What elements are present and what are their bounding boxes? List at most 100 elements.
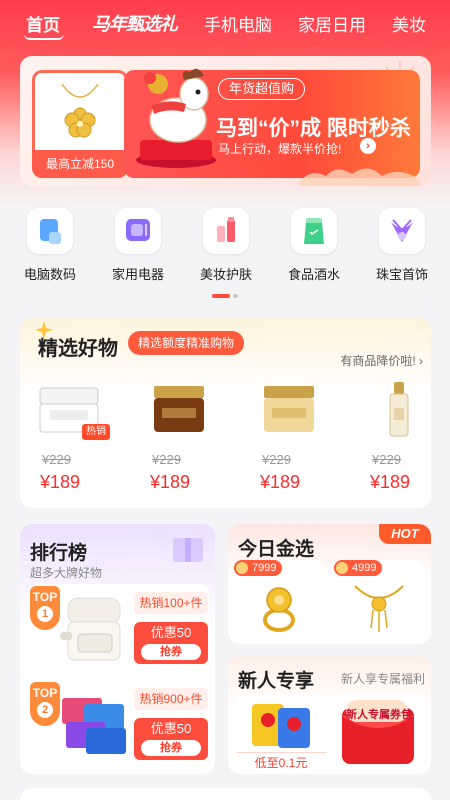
rank-badge: TOP 1 [30, 586, 60, 630]
nav-tab-phone-computer[interactable]: 手机电脑 [204, 11, 272, 36]
original-price: ¥229 [42, 452, 71, 467]
promo-banner[interactable]: 最高立减150 年货超值购 马到“价”成 限时秒杀 马上行动，爆款半价抢! › [20, 56, 431, 186]
original-price: ¥229 [372, 452, 401, 467]
price-drop-link[interactable]: 有商品降价啦! › [340, 352, 423, 369]
appliance-icon [115, 208, 161, 254]
nav-active-indicator [24, 34, 64, 40]
new-year-deals-pill: 年货超值购 [218, 78, 306, 100]
nav-tab-home[interactable]: 首页 [26, 11, 60, 36]
lowest-price-label: 低至0.1元 [236, 752, 326, 772]
gold-pendant-image [61, 83, 99, 138]
category-label: 珠宝首饰 [375, 267, 428, 282]
category-beauty[interactable]: 美妆护肤 [190, 208, 262, 283]
serum-jar-image [154, 386, 204, 432]
section-title: 今日金选 [238, 539, 315, 560]
next-section-edge [20, 788, 431, 800]
price-value: 7999 [252, 562, 277, 574]
tissue-pack-image [62, 698, 126, 754]
gold-necklace-image [354, 585, 404, 632]
rank-badge-label: TOP [32, 686, 58, 700]
coupon-card[interactable]: 优惠50 抢券 [134, 718, 208, 760]
new-user-coupon-card[interactable]: 新人专属券包 [332, 694, 424, 772]
rank-number: 1 [37, 606, 53, 622]
price-tag: 4999 [334, 560, 383, 576]
category-label: 电脑数码 [23, 267, 76, 282]
product-card[interactable]: ¥229 ¥189 [134, 380, 224, 500]
chevron-right-icon[interactable]: › [360, 138, 376, 154]
hot-badge: HOT [379, 524, 431, 544]
hot-sale-badge: 热销 [82, 424, 110, 440]
ranking-item[interactable]: TOP 1 热销100+件 优惠50 抢券 [28, 584, 209, 672]
drink-icon [291, 208, 337, 254]
discount-label: 最高立减150 [32, 150, 128, 178]
computer-icon [27, 208, 73, 254]
new-user-section[interactable]: 新人专享 新人享专属福利 低至0.1元 新人专属券包 [228, 656, 431, 774]
section-title: 新人专享 [238, 671, 315, 692]
gold-product-card[interactable]: 4999 [334, 560, 424, 640]
sale-price: ¥189 [370, 472, 411, 492]
coin-icon [236, 562, 248, 574]
page-indicator-dot [233, 294, 238, 298]
top-navigation: 首页 马年甄选礼 手机电脑 家居日用 美妆 [0, 0, 450, 44]
category-label: 美妆护肤 [199, 267, 252, 282]
page-indicator [212, 294, 242, 298]
product-card[interactable]: ¥229 ¥189 [244, 380, 334, 500]
gold-product-card[interactable]: 7999 [234, 560, 324, 640]
new-user-product-card[interactable]: 低至0.1元 [236, 694, 326, 772]
nav-tab-horse-year-gifts[interactable]: 马年甄选礼 [92, 10, 178, 36]
grab-coupon-button[interactable]: 抢券 [141, 644, 201, 660]
nav-tab-home-goods[interactable]: 家居日用 [298, 11, 366, 36]
rank-badge: TOP 2 [30, 682, 60, 726]
banner-title: 马到“价”成 限时秒杀 [216, 117, 411, 140]
air-fryer-image [60, 597, 121, 661]
page-indicator-active [212, 294, 230, 298]
gift-box-decoration [173, 538, 203, 562]
rank-badge-label: TOP [32, 590, 58, 604]
price-drop-text: 有商品降价啦! [340, 354, 416, 368]
rank-number: 2 [37, 702, 53, 718]
sales-count: 热销900+件 [134, 688, 208, 710]
category-food-drinks[interactable]: 食品酒水 [278, 208, 350, 283]
sales-count: 热销100+件 [134, 592, 208, 614]
coupon-amount: 优惠50 [150, 625, 192, 640]
coin-icon [336, 562, 348, 574]
original-price: ¥229 [262, 452, 291, 467]
sale-price: ¥189 [150, 472, 191, 492]
coupon-pack-label: 新人专属券包 [346, 709, 412, 721]
nav-tab-beauty[interactable]: 美妆 [392, 11, 426, 36]
original-price: ¥229 [152, 452, 181, 467]
sale-price: ¥189 [40, 472, 81, 492]
sale-price: ¥189 [260, 472, 301, 492]
snack-bags-image [252, 704, 310, 748]
category-appliances[interactable]: 家用电器 [102, 208, 174, 283]
gold-cream-jar-image [264, 386, 314, 432]
section-tag: 精选额度精准购物 [128, 331, 245, 355]
coupon-card[interactable]: 优惠50 抢券 [134, 622, 208, 664]
product-card[interactable]: ¥229 ¥189 [354, 380, 444, 500]
product-card[interactable]: 热销 ¥229 ¥189 [24, 380, 114, 500]
section-subtitle: 超多大牌好物 [30, 566, 103, 580]
section-title: 精选好物 [38, 338, 118, 360]
section-title: 排行榜 [30, 543, 88, 564]
category-computers[interactable]: 电脑数码 [14, 208, 86, 283]
category-jewelry[interactable]: 珠宝首饰 [366, 208, 438, 283]
ranking-item[interactable]: TOP 2 热销900+件 优惠50 抢券 [28, 680, 209, 768]
necklace-deal-card[interactable]: 最高立减150 [32, 70, 128, 178]
coupon-amount: 优惠50 [150, 721, 192, 736]
horse-mascot-image [136, 68, 216, 168]
price-tag: 7999 [234, 560, 283, 576]
gold-ring-image [263, 587, 295, 632]
grab-coupon-button[interactable]: 抢券 [141, 740, 201, 756]
category-label: 家用电器 [111, 267, 164, 282]
price-value: 4999 [352, 562, 377, 574]
serum-bottle-image [389, 382, 409, 437]
selected-goods-section: 精选好物 精选额度精准购物 有商品降价啦! › 热销 ¥229 ¥189 ¥22… [20, 318, 431, 508]
today-gold-section[interactable]: 今日金选 HOT 7999 4999 [228, 524, 431, 644]
chevron-right-icon: › [419, 354, 423, 368]
cloud-decoration [300, 168, 420, 186]
category-label: 食品酒水 [287, 267, 340, 282]
category-row: 电脑数码 家用电器 美妆护肤 食品酒水 珠宝首饰 [10, 208, 440, 288]
ranking-section[interactable]: 排行榜 超多大牌好物 TOP 1 热销100+件 优惠50 抢券 TOP 2 热… [20, 524, 215, 774]
jewelry-icon [379, 208, 425, 254]
section-subtitle: 新人享专属福利 [340, 672, 425, 686]
